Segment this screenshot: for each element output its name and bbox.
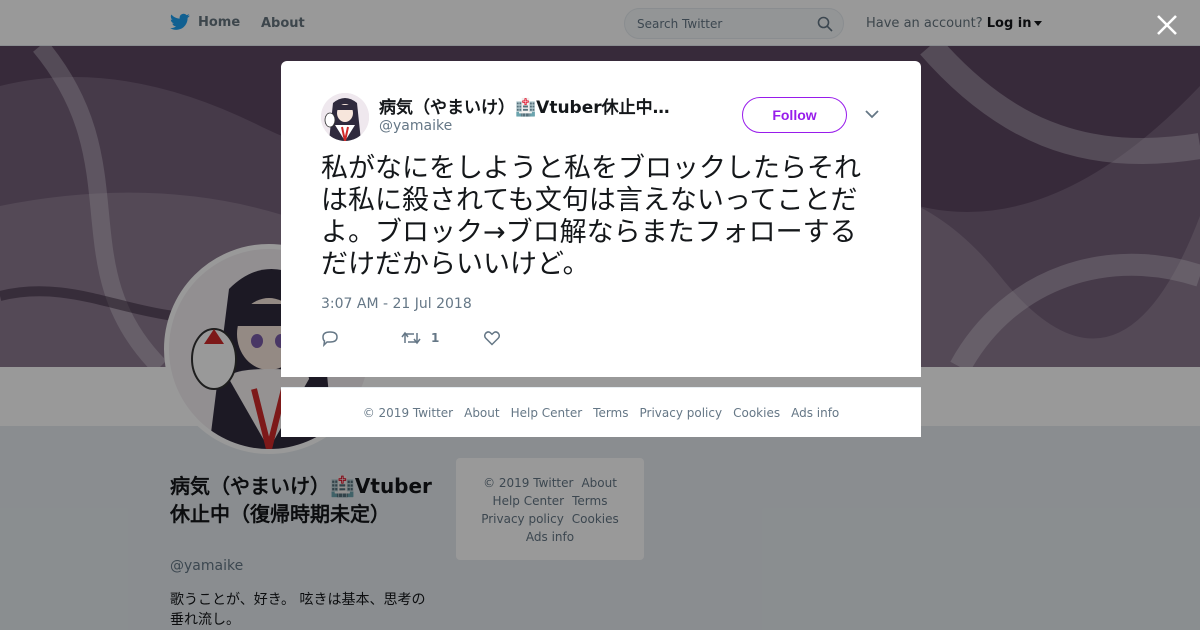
modal-footer-privacy-link[interactable]: Privacy policy [640, 406, 723, 420]
tweet-text: 私がなにをしようと私をブロックしたらそれは私に殺されても文句は言えないってことだ… [321, 153, 861, 280]
reply-icon [322, 331, 338, 347]
heart-icon [483, 331, 501, 346]
modal-footer-copyright: © 2019 Twitter [362, 405, 454, 420]
reply-button[interactable] [321, 328, 339, 348]
tweet-timestamp[interactable]: 3:07 AM - 21 Jul 2018 [321, 296, 472, 312]
tweet-modal: 病気（やまいけ）🏥Vtuber休止中（復帰時期未定） @yamaike Foll… [281, 61, 921, 377]
tweet-author-avatar[interactable] [321, 93, 369, 141]
tweet-author-handle[interactable]: @yamaike [379, 118, 452, 134]
tweet-author-name[interactable]: 病気（やまいけ）🏥Vtuber休止中（復帰時期未定） [379, 93, 684, 118]
modal-footer-terms-link[interactable]: Terms [593, 406, 628, 420]
modal-footer-cookies-link[interactable]: Cookies [733, 406, 780, 420]
modal-footer-about-link[interactable]: About [464, 406, 499, 420]
chevron-down-icon[interactable] [865, 109, 879, 119]
like-button[interactable] [483, 328, 501, 348]
author-avatar-artwork [321, 93, 369, 141]
retweet-icon [401, 331, 421, 345]
retweet-count: 1 [431, 331, 440, 345]
follow-button[interactable]: Follow [742, 97, 847, 133]
close-icon[interactable] [1155, 13, 1179, 37]
retweet-button[interactable]: 1 [401, 328, 439, 348]
modal-footer-ads-link[interactable]: Ads info [791, 406, 839, 420]
modal-footer: © 2019 Twitter About Help Center Terms P… [281, 387, 921, 437]
modal-footer-help-link[interactable]: Help Center [511, 406, 583, 420]
